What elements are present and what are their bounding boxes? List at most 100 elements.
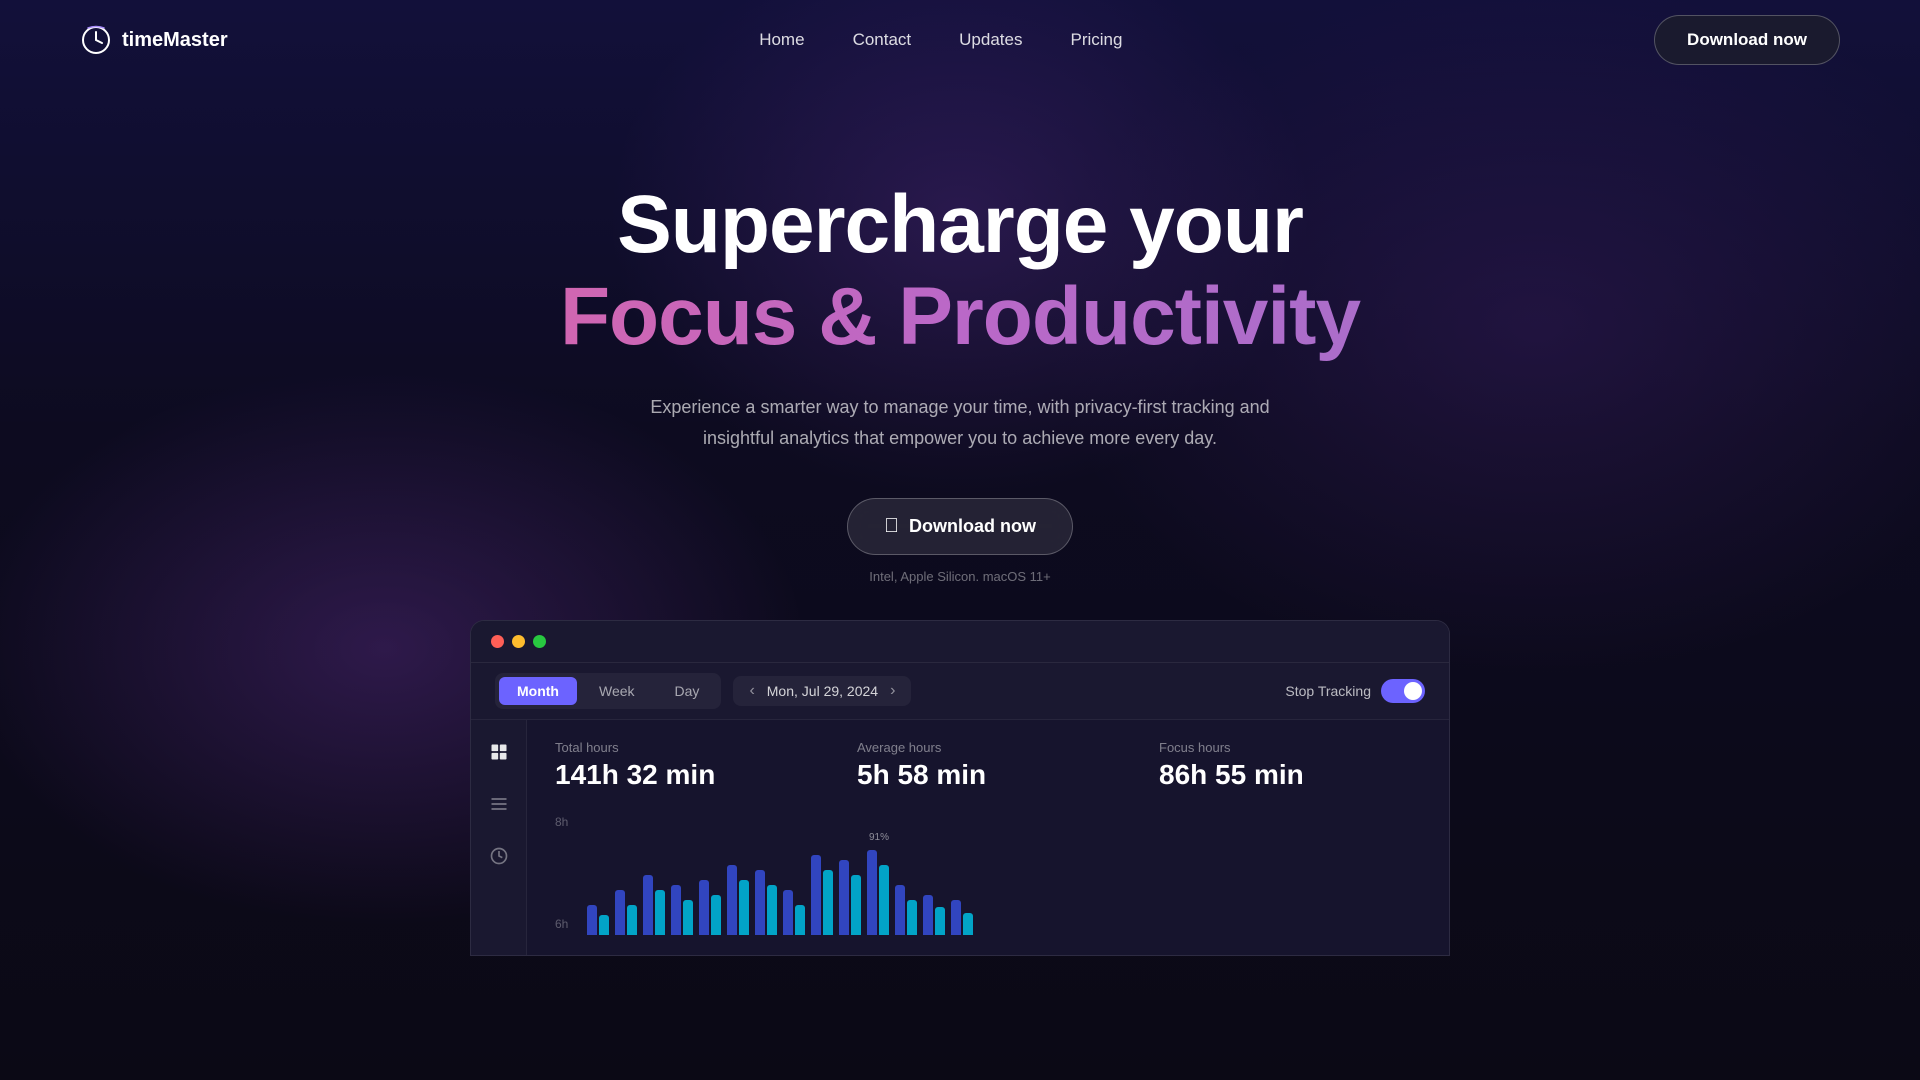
tab-month[interactable]: Month [499,677,577,705]
bar-regular [643,875,653,935]
bar-focus [655,890,665,935]
bar-group [643,875,665,935]
bar-focus [767,885,777,935]
bar-group [811,855,833,935]
stats-row: Total hours 141h 32 min Average hours 5h… [555,740,1421,791]
bar-focus [963,913,973,935]
hero-download-button[interactable]:  Download now [847,498,1073,555]
window-body: Total hours 141h 32 min Average hours 5h… [471,720,1449,955]
nav-pricing[interactable]: Pricing [1070,30,1122,49]
bar-percent-label: 91% [869,832,889,843]
stat-total-hours: Total hours 141h 32 min [555,740,817,791]
y-label-8h: 8h [555,815,568,829]
hero-section: Supercharge your Focus & Productivity Ex… [0,80,1920,584]
bar-regular [839,860,849,935]
stat-total-label: Total hours [555,740,817,755]
logo-icon [80,24,112,56]
bar-group [895,885,917,935]
brand-name: timeMaster [122,29,228,52]
tab-day[interactable]: Day [657,677,718,705]
traffic-lights [491,635,546,648]
hero-title: Supercharge your Focus & Productivity [0,180,1920,364]
y-label-6h: 6h [555,917,568,931]
chart-y-labels: 8h 6h [555,815,568,935]
nav-contact[interactable]: Contact [853,30,912,49]
bar-focus [823,870,833,935]
main-content: Total hours 141h 32 min Average hours 5h… [527,720,1449,955]
stat-average-hours: Average hours 5h 58 min [857,740,1119,791]
stop-tracking-control: Stop Tracking [1285,679,1425,703]
bar-regular [951,900,961,935]
hero-download-label: Download now [909,516,1036,537]
bar-focus [683,900,693,935]
bar-focus [739,880,749,935]
date-next-button[interactable]: › [886,682,899,700]
stat-focus-value: 86h 55 min [1159,759,1421,791]
navbar: timeMaster Home Contact Updates Pricing … [0,0,1920,80]
bar-group [699,880,721,935]
bar-focus [711,895,721,935]
current-date: Mon, Jul 29, 2024 [767,683,878,699]
bar-focus [795,905,805,935]
bar-regular [783,890,793,935]
bar-focus [627,905,637,935]
bar-group: 91% [867,850,889,935]
bar-regular [699,880,709,935]
sidebar-icon-files[interactable] [483,788,515,820]
hero-subtitle: Experience a smarter way to manage your … [650,392,1270,453]
sidebar [471,720,527,955]
bar-focus [879,865,889,935]
hero-title-line2: Focus & Productivity [0,270,1920,364]
bar-regular [727,865,737,935]
bars-container: 91% [587,815,1421,935]
bar-group [615,890,637,935]
period-tabs: Month Week Day [495,673,721,709]
stat-focus-hours: Focus hours 86h 55 min [1159,740,1421,791]
bar-group [923,895,945,935]
traffic-light-green[interactable] [533,635,546,648]
window-titlebar [471,621,1449,663]
bar-regular [587,905,597,935]
stat-focus-label: Focus hours [1159,740,1421,755]
stop-tracking-label: Stop Tracking [1285,683,1371,699]
sidebar-icon-dashboard[interactable] [483,736,515,768]
bar-regular [811,855,821,935]
stat-total-value: 141h 32 min [555,759,817,791]
app-window: Month Week Day ‹ Mon, Jul 29, 2024 › Sto… [470,620,1450,956]
sidebar-icon-history[interactable] [483,840,515,872]
bar-regular [671,885,681,935]
bar-regular [923,895,933,935]
bar-regular [867,850,877,935]
app-preview: Month Week Day ‹ Mon, Jul 29, 2024 › Sto… [470,620,1450,956]
nav-updates[interactable]: Updates [959,30,1022,49]
date-prev-button[interactable]: ‹ [745,682,758,700]
hero-title-line1: Supercharge your [0,180,1920,270]
bar-focus [935,907,945,935]
bar-regular [895,885,905,935]
nav-home[interactable]: Home [759,30,804,49]
tracking-toggle[interactable] [1381,679,1425,703]
date-navigator: ‹ Mon, Jul 29, 2024 › [733,676,911,706]
bar-focus [907,900,917,935]
bar-group [951,900,973,935]
bar-group [839,860,861,935]
traffic-light-yellow[interactable] [512,635,525,648]
traffic-light-red[interactable] [491,635,504,648]
bar-focus [851,875,861,935]
nav-links: Home Contact Updates Pricing [759,30,1122,50]
bar-regular [615,890,625,935]
nav-download-button[interactable]: Download now [1654,15,1840,65]
bar-group [727,865,749,935]
bar-regular [755,870,765,935]
bar-group [587,905,609,935]
logo[interactable]: timeMaster [80,24,228,56]
bar-group [671,885,693,935]
bar-focus [599,915,609,935]
stat-average-label: Average hours [857,740,1119,755]
apple-icon:  [884,515,899,538]
stat-average-value: 5h 58 min [857,759,1119,791]
chart-area: 8h 6h 91% [555,815,1421,935]
bar-group [783,890,805,935]
tab-week[interactable]: Week [581,677,653,705]
bar-group [755,870,777,935]
